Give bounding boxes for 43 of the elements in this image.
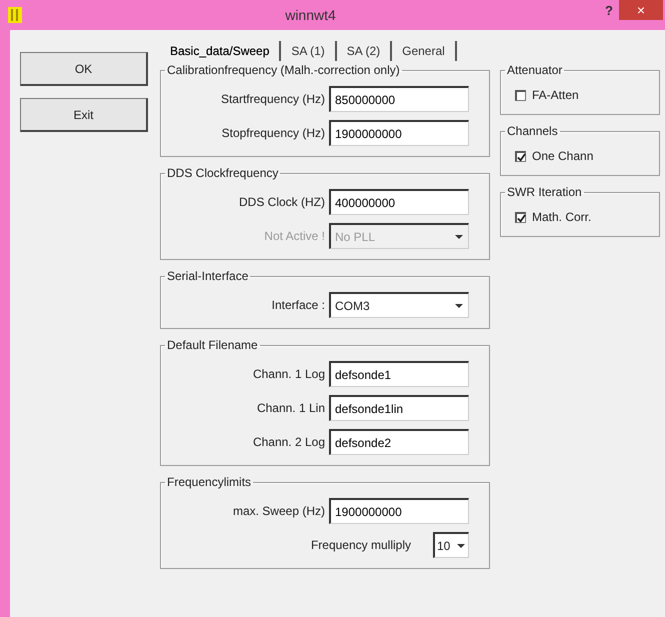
window-title: winnwt4 (284, 6, 337, 24)
group-title: Attenuator (506, 64, 564, 76)
checkbox-label: One Chann (532, 148, 594, 165)
text-field[interactable]: defsonde1lin (329, 395, 469, 421)
text-field[interactable]: 400000000 (329, 189, 469, 215)
exit-button[interactable]: Exit (20, 98, 148, 132)
text-field[interactable]: 1900000000 (329, 498, 469, 524)
field-label: Startfrequency (Hz) (220, 91, 325, 108)
tab[interactable]: Basic_data/Sweep (160, 41, 282, 61)
field-label: Frequency mulliply (310, 537, 411, 554)
close-button[interactable]: × (619, 0, 663, 20)
field-label: Chann. 1 Log (252, 366, 325, 383)
field-label: Chann. 1 Lin (256, 400, 325, 417)
checkbox[interactable] (515, 212, 526, 222)
checkbox-label: FA-Atten (532, 87, 579, 104)
checkbox-label: Math. Corr. (532, 209, 592, 226)
group-title: Default Filename (166, 339, 259, 351)
text-field[interactable]: 850000000 (329, 86, 469, 112)
text-field[interactable]: defsonde1 (329, 361, 469, 387)
group-title: Serial-Interface (166, 270, 250, 282)
field-label: DDS Clock (HZ) (239, 194, 325, 211)
group-title: SWR Iteration (506, 186, 583, 198)
text-field[interactable]: 1900000000 (329, 120, 469, 146)
field-label: Chann. 2 Log (252, 434, 325, 451)
text-field[interactable]: defsonde2 (329, 429, 469, 455)
tab[interactable]: SA (1) (281, 41, 337, 61)
checkbox[interactable] (515, 90, 526, 100)
app-icon (8, 7, 22, 23)
group-title: Frequencylimits (166, 476, 252, 488)
field-label: Not Active ! (264, 228, 325, 245)
field-label: Stopfrequency (Hz) (222, 125, 325, 142)
field-label: max. Sweep (Hz) (232, 503, 325, 520)
group-title: Calibrationfrequency (Malh.-correction only) (166, 64, 401, 76)
field-label: Interface : (272, 297, 325, 314)
ok-button[interactable]: OK (20, 52, 148, 86)
dropdown[interactable]: COM3 (329, 292, 469, 318)
group-title: DDS Clockfrequency (166, 167, 280, 179)
checkbox[interactable] (515, 150, 526, 162)
group-title: Channels (506, 125, 559, 137)
help-button[interactable]: ? (599, 1, 619, 21)
tab[interactable]: SA (2) (336, 41, 392, 61)
tab[interactable]: General (392, 41, 457, 61)
dropdown[interactable]: 10 (433, 532, 469, 558)
